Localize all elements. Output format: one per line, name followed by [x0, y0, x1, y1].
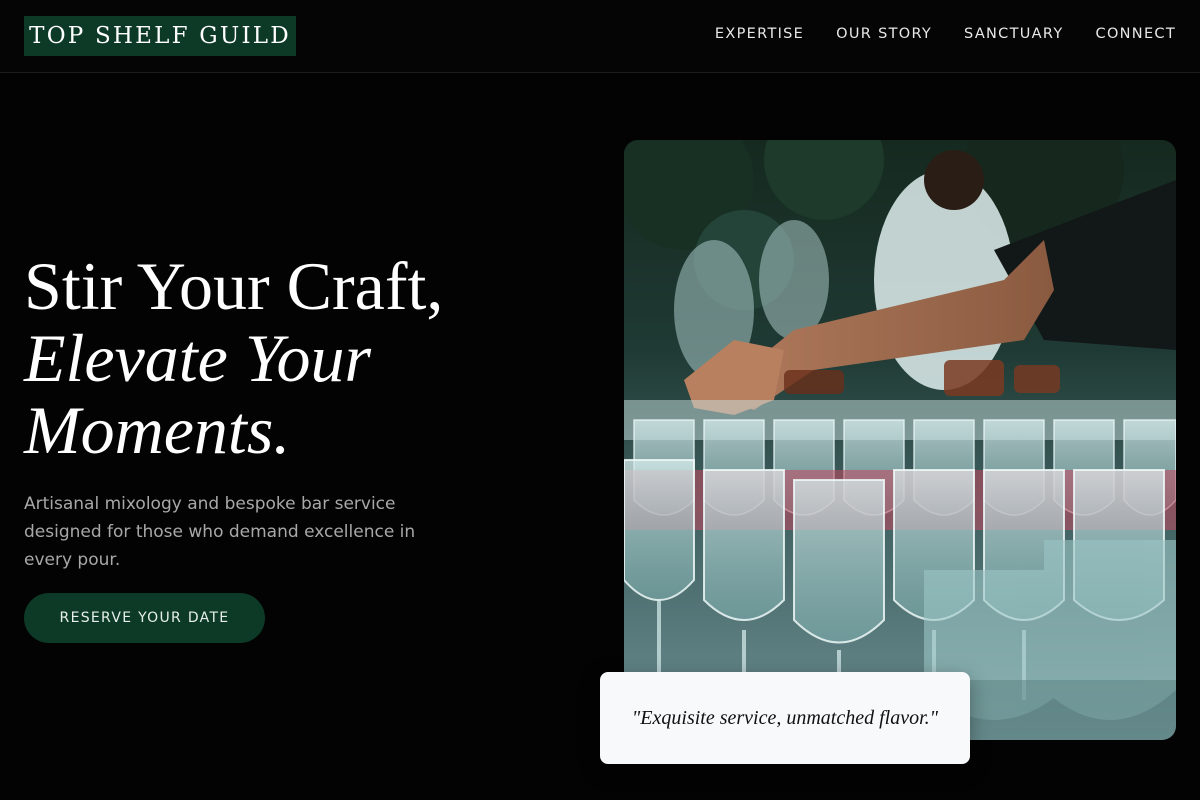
- nav-link-our-story[interactable]: OUR STORY: [836, 26, 932, 42]
- hero-title-line-3: Moments.: [24, 392, 291, 468]
- hero-title-line-2: Elevate Your: [24, 320, 371, 396]
- nav-link-expertise[interactable]: EXPERTISE: [715, 26, 804, 42]
- testimonial-card: "Exquisite service, unmatched flavor.": [600, 672, 970, 764]
- hero-photo: [624, 140, 1176, 740]
- wine-glasses-photo-illustration: [624, 140, 1176, 740]
- site-header: TOP SHELF GUILD EXPERTISE OUR STORY SANC…: [0, 0, 1200, 73]
- hero-subtitle: Artisanal mixology and bespoke bar servi…: [24, 494, 416, 570]
- hero-title-line-1: Stir Your Craft,: [24, 248, 444, 324]
- testimonial-quote: "Exquisite service, unmatched flavor.": [631, 706, 939, 729]
- nav-link-sanctuary[interactable]: SANCTUARY: [964, 26, 1063, 42]
- brand-logo[interactable]: TOP SHELF GUILD: [24, 16, 296, 56]
- nav-link-connect[interactable]: CONNECT: [1096, 26, 1176, 42]
- main-nav: EXPERTISE OUR STORY SANCTUARY CONNECT: [715, 26, 1176, 42]
- reserve-date-button[interactable]: RESERVE YOUR DATE: [24, 593, 265, 643]
- hero-title: Stir Your Craft, Elevate Your Moments.: [24, 250, 584, 466]
